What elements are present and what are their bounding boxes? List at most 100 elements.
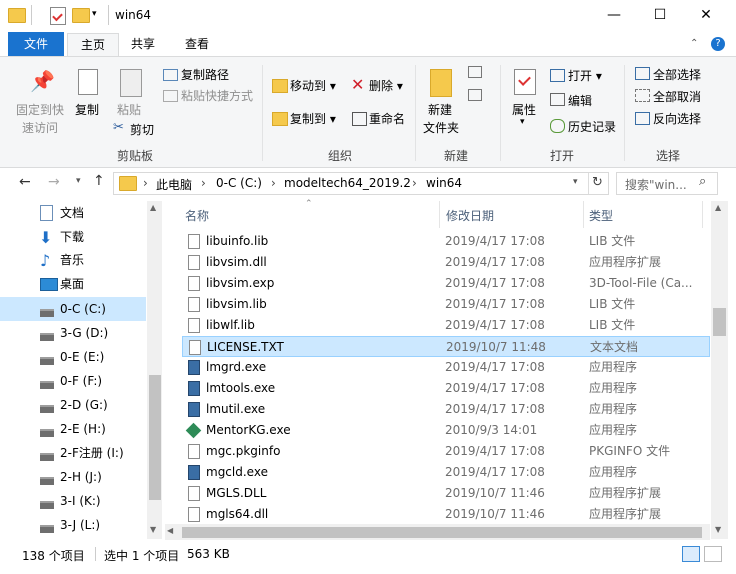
nav-item-documents[interactable]: 文档	[0, 201, 146, 225]
open-button[interactable]: 打开 ▾	[568, 67, 602, 84]
file-row[interactable]: lmtools.exe 2019/4/17 17:08 应用程序	[182, 378, 710, 399]
nav-item-music[interactable]: ♪ 音乐	[0, 248, 146, 272]
refresh-icon[interactable]: ↻	[592, 175, 603, 190]
divider[interactable]	[702, 201, 703, 228]
nav-item-drive-e[interactable]: 0-E (E:)	[0, 345, 146, 369]
collapse-ribbon-icon[interactable]: ⌃	[690, 38, 698, 49]
search-input[interactable]: 搜索"win...	[625, 176, 687, 193]
easy-access-icon[interactable]	[468, 89, 482, 101]
new-folder-button-2[interactable]: 文件夹	[423, 119, 459, 136]
breadcrumb-this-pc[interactable]: 此电脑	[156, 176, 192, 193]
scroll-down-icon[interactable]: ▼	[715, 525, 721, 534]
paste-shortcut-button[interactable]: 粘贴快捷方式	[181, 87, 253, 104]
nav-item-drive-f[interactable]: 0-F (F:)	[0, 369, 146, 393]
file-row[interactable]: lmgrd.exe 2019/4/17 17:08 应用程序	[182, 357, 710, 378]
close-button[interactable]: ✕	[683, 0, 729, 30]
edit-button[interactable]: 编辑	[568, 92, 592, 109]
nav-item-drive-h[interactable]: 2-E (H:)	[0, 417, 146, 441]
file-row[interactable]: libwlf.lib 2019/4/17 17:08 LIB 文件	[182, 315, 710, 336]
nav-item-drive-l[interactable]: 3-J (L:)	[0, 513, 146, 537]
copy-path-button[interactable]: 复制路径	[181, 66, 229, 83]
properties-dropdown-icon[interactable]: ▾	[520, 117, 525, 127]
new-item-icon[interactable]	[468, 66, 482, 78]
file-row[interactable]: mgc.pkginfo 2019/4/17 17:08 PKGINFO 文件	[182, 441, 710, 462]
search-icon[interactable]: ⌕	[699, 174, 706, 189]
paste-button[interactable]: 粘贴	[117, 101, 141, 118]
copy-button[interactable]: 复制	[75, 101, 99, 118]
large-icons-view-icon[interactable]	[704, 546, 722, 562]
invert-selection-button[interactable]: 反向选择	[653, 110, 701, 127]
details-view-icon[interactable]	[682, 546, 700, 562]
nav-item-drive-i[interactable]: 2-F注册 (I:)	[0, 441, 146, 465]
scroll-left-icon[interactable]: ◀	[167, 526, 173, 535]
file-list-scrollbar-thumb[interactable]	[713, 308, 726, 336]
select-all-button[interactable]: 全部选择	[653, 66, 701, 83]
file-row[interactable]: mgcld.exe 2019/4/17 17:08 应用程序	[182, 462, 710, 483]
new-folder-quick-icon[interactable]	[72, 8, 90, 23]
history-button[interactable]: 历史记录	[568, 118, 616, 135]
file-list-scrollbar[interactable]: ▲ ▼	[711, 201, 728, 539]
horizontal-scrollbar-thumb[interactable]	[182, 527, 702, 538]
forward-icon[interactable]: →	[48, 174, 60, 190]
help-icon[interactable]: ?	[711, 37, 725, 51]
minimize-button[interactable]: —	[591, 0, 637, 30]
divider[interactable]	[583, 201, 584, 228]
properties-button[interactable]: 属性	[512, 101, 536, 118]
breadcrumb-chevron-icon[interactable]: ›	[271, 176, 276, 190]
nav-item-downloads[interactable]: ⬇ 下载	[0, 225, 146, 249]
file-row[interactable]: mgls64.dll 2019/10/7 11:46 应用程序扩展	[182, 504, 710, 525]
nav-item-drive-c[interactable]: 0-C (C:)	[0, 297, 146, 321]
nav-scrollbar-thumb[interactable]	[149, 375, 161, 500]
nav-item-desktop[interactable]: 桌面	[0, 272, 146, 296]
breadcrumb-win64[interactable]: win64	[426, 176, 462, 190]
scroll-down-icon[interactable]: ▼	[150, 525, 156, 534]
delete-button[interactable]: 删除 ▾	[369, 77, 403, 94]
search-box[interactable]: 搜索"win... ⌕	[616, 172, 718, 195]
open-group-label: 打开	[550, 149, 575, 163]
new-folder-button[interactable]: 新建	[428, 101, 452, 118]
divider[interactable]	[439, 201, 440, 228]
nav-item-drive-d[interactable]: 3-G (D:)	[0, 321, 146, 345]
breadcrumb-chevron-icon[interactable]: ›	[412, 176, 417, 190]
file-row[interactable]: lmutil.exe 2019/4/17 17:08 应用程序	[182, 399, 710, 420]
file-row[interactable]: libvsim.exp 2019/4/17 17:08 3D-Tool-File…	[182, 273, 710, 294]
back-icon[interactable]: ←	[19, 174, 31, 190]
file-row[interactable]: MGLS.DLL 2019/10/7 11:46 应用程序扩展	[182, 483, 710, 504]
nav-item-drive-j[interactable]: 2-H (J:)	[0, 465, 146, 489]
pin-quick-access-label-2[interactable]: 速访问	[22, 119, 58, 136]
copy-to-button[interactable]: 复制到 ▾	[290, 110, 336, 127]
tab-view[interactable]: 查看	[176, 33, 218, 55]
address-dropdown-icon[interactable]: ▾	[573, 177, 578, 187]
file-row-selected[interactable]: LICENSE.TXT 2019/10/7 11:48 文本文档	[182, 336, 710, 357]
breadcrumb-chevron-icon[interactable]: ›	[201, 176, 206, 190]
file-row[interactable]: libvsim.lib 2019/4/17 17:08 LIB 文件	[182, 294, 710, 315]
file-row[interactable]: MentorKG.exe 2010/9/3 14:01 应用程序	[182, 420, 710, 441]
scroll-up-icon[interactable]: ▲	[150, 203, 156, 212]
rename-button[interactable]: 重命名	[369, 110, 405, 127]
file-row[interactable]: libvsim.dll 2019/4/17 17:08 应用程序扩展	[182, 252, 710, 273]
nav-item-drive-k[interactable]: 3-I (K:)	[0, 489, 146, 513]
move-to-button[interactable]: 移动到 ▾	[290, 77, 336, 94]
breadcrumb-chevron-icon[interactable]: ›	[143, 176, 148, 190]
column-type[interactable]: 类型	[589, 207, 613, 224]
tab-share[interactable]: 共享	[122, 33, 164, 55]
breadcrumb-drive[interactable]: 0-C (C:)	[216, 176, 262, 190]
cut-button[interactable]: 剪切	[130, 121, 154, 138]
up-icon[interactable]: ↑	[93, 173, 105, 189]
file-row[interactable]: libuinfo.lib 2019/4/17 17:08 LIB 文件	[182, 231, 710, 252]
nav-item-drive-g[interactable]: 2-D (G:)	[0, 393, 146, 417]
address-bar[interactable]: › 此电脑 › 0-C (C:) › modeltech64_2019.2 › …	[113, 172, 609, 195]
pin-quick-access-label[interactable]: 固定到快	[16, 101, 64, 118]
recent-locations-icon[interactable]: ▾	[76, 176, 81, 186]
tab-file[interactable]: 文件	[8, 32, 64, 56]
scroll-up-icon[interactable]: ▲	[715, 203, 721, 212]
properties-quick-icon[interactable]	[50, 7, 66, 25]
properties-icon	[514, 69, 536, 95]
select-none-button[interactable]: 全部取消	[653, 88, 701, 105]
column-name[interactable]: 名称	[185, 207, 209, 224]
customize-quick-access-icon[interactable]: ▾	[92, 9, 97, 19]
maximize-button[interactable]: ☐	[637, 0, 683, 30]
column-date-modified[interactable]: 修改日期	[446, 207, 494, 224]
tab-home[interactable]: 主页	[67, 33, 119, 56]
breadcrumb-modeltech[interactable]: modeltech64_2019.2	[284, 176, 411, 190]
